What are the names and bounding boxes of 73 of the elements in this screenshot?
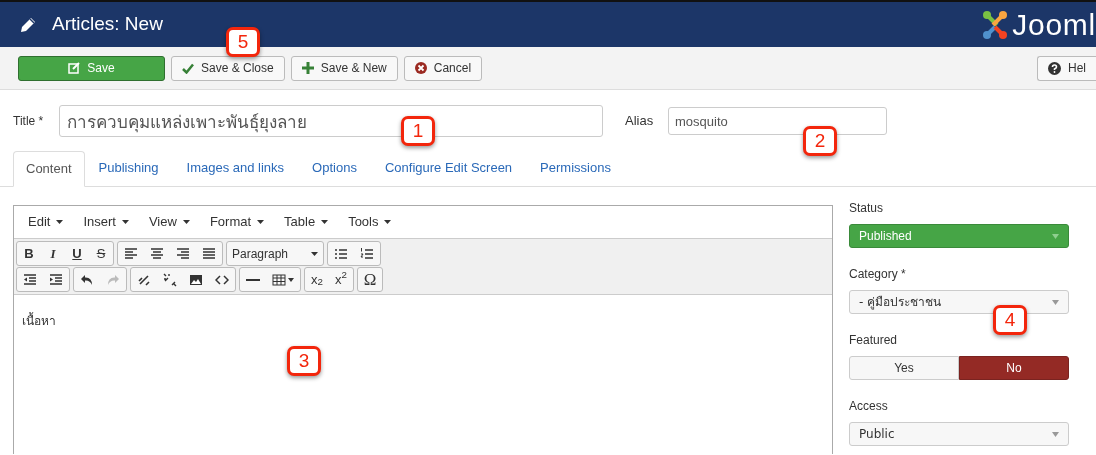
caret-icon: [288, 277, 294, 282]
close-icon: [414, 62, 427, 74]
tab[interactable]: Configure Edit Screen: [370, 150, 527, 186]
table-icon: [272, 272, 286, 287]
caret-icon: [56, 220, 64, 224]
callout-badge: 3: [287, 346, 321, 376]
callout-badge: 4: [993, 305, 1027, 335]
menu-item[interactable]: Tools: [348, 212, 392, 232]
toolbar-button[interactable]: Cancel: [403, 55, 483, 81]
format-button[interactable]: B: [17, 242, 41, 265]
caret-icon: [1052, 233, 1059, 239]
dropdown[interactable]: Public: [849, 422, 1069, 446]
outdent-icon: [23, 272, 37, 287]
edit-icon: [68, 62, 81, 74]
menu-item[interactable]: Format: [209, 212, 265, 232]
page-title: Articles: New: [52, 12, 163, 37]
bullet-list-icon: [334, 246, 348, 261]
format-button[interactable]: I: [41, 242, 65, 265]
format-button[interactable]: U: [65, 242, 89, 265]
caret-icon: [1052, 299, 1059, 305]
plus-icon: [301, 62, 314, 74]
caret-icon: [257, 220, 265, 224]
menu-item[interactable]: Edit: [28, 212, 64, 232]
tab[interactable]: Publishing: [84, 150, 173, 186]
caret-icon: [182, 220, 190, 224]
menu-item[interactable]: Insert: [83, 212, 129, 232]
editor-text[interactable]: เนื้อหา: [22, 312, 56, 330]
field-label: Title *: [13, 113, 45, 130]
code-icon: [215, 272, 229, 287]
toggle-option[interactable]: Yes: [849, 356, 959, 380]
logo-icon: [982, 9, 1009, 40]
brand-name: Jooml: [1012, 9, 1096, 40]
align-right-icon: [176, 246, 190, 261]
format-button[interactable]: x$_{2}$: [305, 268, 329, 291]
format-dropdown[interactable]: Paragraph: [227, 242, 323, 265]
format-button[interactable]: S: [89, 242, 113, 265]
caret-icon: [121, 220, 129, 224]
tab[interactable]: Content: [13, 151, 85, 187]
menu-item[interactable]: View: [148, 212, 190, 232]
check-icon: [182, 62, 194, 74]
toggle-option[interactable]: No: [959, 356, 1069, 380]
caret-icon: [1052, 431, 1059, 437]
rule-icon: [246, 278, 260, 281]
field-label: Category *: [849, 266, 906, 283]
tab[interactable]: Permissions: [526, 150, 625, 186]
caret-icon: [321, 220, 329, 224]
dropdown[interactable]: - คู่มือประชาชน: [849, 290, 1069, 314]
align-center-icon: [150, 246, 164, 261]
toolbar-button[interactable]: Save & Close: [171, 55, 285, 81]
caret-icon: [311, 251, 318, 256]
help-button[interactable]: Hel: [1037, 55, 1096, 81]
tab[interactable]: Options: [298, 150, 371, 186]
field-label: Status: [849, 200, 884, 217]
justify-icon: [202, 246, 216, 261]
tab[interactable]: Images and links: [172, 150, 299, 186]
menu-item[interactable]: Table: [284, 212, 329, 232]
format-button[interactable]: x$^{2}$: [329, 268, 353, 291]
field-label: Access: [849, 398, 888, 415]
callout-badge: 1: [401, 116, 435, 146]
caret-icon: [384, 220, 392, 224]
indent-icon: [49, 272, 63, 287]
help-icon: [1048, 61, 1061, 75]
field-label: Featured: [849, 332, 898, 349]
align-left-icon: [124, 246, 138, 261]
callout-badge: 5: [226, 27, 260, 57]
toolbar-button[interactable]: Save & New: [290, 55, 398, 81]
format-button[interactable]: Ω: [358, 268, 382, 291]
redo-icon: [106, 272, 120, 287]
callout-badge: 2: [803, 126, 837, 156]
image-icon: [189, 272, 203, 287]
alias-field[interactable]: mosquito: [668, 107, 887, 135]
field-label: Alias: [625, 112, 655, 131]
numbered-list-icon: [360, 246, 374, 261]
